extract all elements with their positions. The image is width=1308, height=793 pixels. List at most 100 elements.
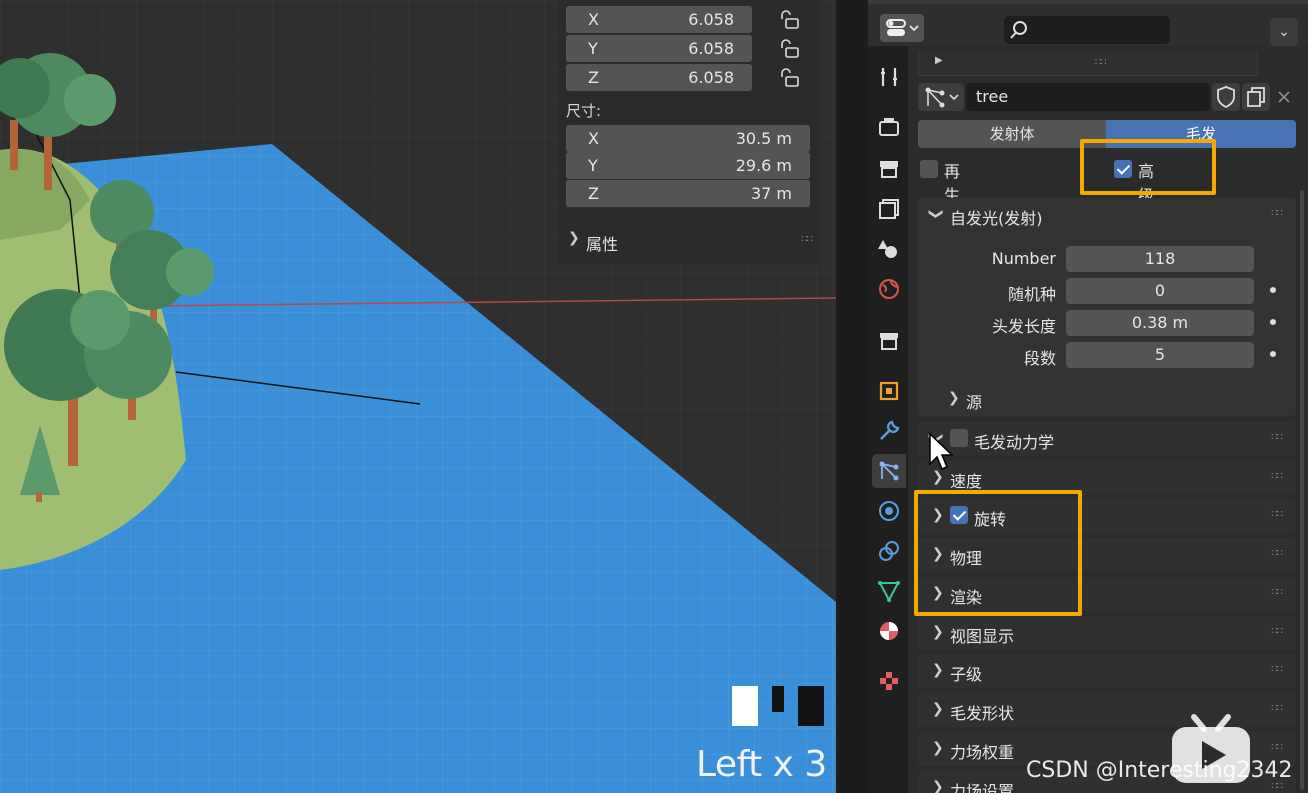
keyframe-dot-icon[interactable] xyxy=(1270,351,1276,357)
mesh-data-icon xyxy=(878,581,900,603)
editor-type-icon xyxy=(886,19,919,36)
editor-type-button[interactable] xyxy=(880,14,924,42)
dimension-z-field[interactable]: Z 37 m xyxy=(566,180,810,207)
scale-z-field[interactable]: Z 6.058 xyxy=(566,64,752,91)
axis-label: Z xyxy=(588,184,599,203)
tool-icon xyxy=(881,68,897,86)
chevron-right-icon: ❯ xyxy=(948,390,960,406)
drag-grip-icon[interactable]: ∷∷ xyxy=(1271,208,1283,219)
velocity-label: 速度 xyxy=(950,472,983,491)
duplicate-button[interactable] xyxy=(1242,83,1270,111)
hair-length-field[interactable]: 0.38 m xyxy=(1066,310,1254,336)
drag-grip-icon[interactable]: ∷∷ xyxy=(1271,664,1283,675)
tab-particles[interactable] xyxy=(872,454,906,488)
3d-viewport[interactable]: X 6.058 Y 6.058 Z 6.058 尺寸: X 30.5 m Y 2… xyxy=(0,0,836,793)
drag-grip-icon[interactable]: ∷∷ xyxy=(801,234,813,245)
drag-grip-icon[interactable]: ∷∷ xyxy=(1271,587,1283,598)
drag-grip-icon[interactable]: ∷∷ xyxy=(1271,548,1283,559)
drag-grip-icon[interactable]: ∷∷ xyxy=(1095,57,1107,68)
constraints-icon xyxy=(879,541,899,561)
dimension-x-field[interactable]: X 30.5 m xyxy=(566,125,810,152)
tab-output[interactable] xyxy=(872,152,906,186)
particle-settings-row: tree xyxy=(918,83,1298,111)
physics-icon xyxy=(879,501,899,521)
wrench-icon xyxy=(880,420,900,440)
drag-grip-icon[interactable]: ∷∷ xyxy=(1271,626,1283,637)
particle-settings-browse[interactable] xyxy=(918,83,964,111)
tab-modifiers[interactable] xyxy=(872,414,906,448)
keyframe-dot-icon[interactable] xyxy=(1270,287,1276,293)
keyframe-dot-icon[interactable] xyxy=(1270,319,1276,325)
scale-x-field[interactable]: X 6.058 xyxy=(566,6,752,33)
children-panel-header[interactable]: ❯ 子级 ∷∷ xyxy=(918,654,1296,688)
texture-icon xyxy=(880,672,898,690)
regrow-checkbox[interactable] xyxy=(920,160,938,178)
play-triangle-icon[interactable]: ▶ xyxy=(935,55,943,66)
hair-length-label: 头发长度 xyxy=(991,317,1056,336)
fake-user-button[interactable] xyxy=(1212,83,1240,111)
tab-render[interactable] xyxy=(872,110,906,144)
seed-field[interactable]: 0 xyxy=(1066,278,1254,304)
number-field[interactable]: 118 xyxy=(1066,246,1254,272)
material-icon xyxy=(880,622,898,640)
axis-label: Z xyxy=(588,68,599,87)
emission-panel-header[interactable]: ❯ 自发光(发射) ∷∷ xyxy=(918,198,1296,232)
drag-grip-icon[interactable]: ∷∷ xyxy=(1271,742,1283,753)
properties-scrollbar[interactable] xyxy=(1300,190,1304,790)
drag-grip-icon[interactable]: ∷∷ xyxy=(1271,509,1283,520)
segments-field[interactable]: 5 xyxy=(1066,342,1254,368)
segments-field-row: 段数 5 xyxy=(918,342,1296,368)
world-icon xyxy=(879,279,899,299)
header-dropdown-button[interactable]: ⌄ xyxy=(1270,18,1298,46)
segments-label: 段数 xyxy=(1023,349,1056,368)
chevron-right-icon: ❯ xyxy=(932,779,944,793)
hair-dynamics-panel-header[interactable]: ❯ 毛发动力学 ∷∷ xyxy=(918,422,1296,456)
tab-view-layer[interactable] xyxy=(872,192,906,226)
area-divider[interactable] xyxy=(836,0,868,793)
unlock-icon[interactable] xyxy=(778,10,800,30)
tab-object[interactable] xyxy=(872,374,906,408)
screencast-keys-icon xyxy=(732,686,824,726)
drag-grip-icon[interactable]: ∷∷ xyxy=(1271,471,1283,482)
tab-constraints[interactable] xyxy=(872,534,906,568)
search-icon xyxy=(1010,21,1027,39)
chevron-right-icon: ❯ xyxy=(932,740,944,756)
field-value: 37 m xyxy=(750,184,792,203)
tab-material[interactable] xyxy=(872,614,906,648)
unlock-icon[interactable] xyxy=(778,68,800,88)
chevron-down-icon: ❯ xyxy=(927,208,944,220)
tab-texture[interactable] xyxy=(872,664,906,698)
drag-grip-icon[interactable]: ∷∷ xyxy=(1271,703,1283,714)
force-field-settings-label: 力场设置 xyxy=(950,782,1015,793)
scene-icon xyxy=(878,240,897,258)
emitter-tab[interactable]: 发射体 xyxy=(918,120,1106,148)
unlock-icon[interactable] xyxy=(778,39,800,59)
dimension-y-field[interactable]: Y 29.6 m xyxy=(566,152,810,179)
axis-label: Y xyxy=(588,156,598,175)
tab-tool[interactable] xyxy=(872,60,906,94)
viewport-display-panel-header[interactable]: ❯ 视图显示 ∷∷ xyxy=(918,616,1296,650)
field-value: 30.5 m xyxy=(735,129,792,148)
watermark-text: CSDN @Interesting2342 xyxy=(1026,758,1293,783)
transform-sidebar: X 6.058 Y 6.058 Z 6.058 尺寸: X 30.5 m Y 2… xyxy=(558,0,820,265)
drag-grip-icon[interactable]: ∷∷ xyxy=(1271,432,1283,443)
tab-scene[interactable] xyxy=(872,232,906,266)
source-label: 源 xyxy=(966,393,983,412)
particle-list-footer[interactable]: ▶ ∷∷ xyxy=(918,50,1258,76)
shield-icon xyxy=(1217,86,1235,109)
particle-settings-name-field[interactable]: tree xyxy=(966,83,1210,111)
tab-world[interactable] xyxy=(872,272,906,306)
view-layer-icon xyxy=(879,199,899,219)
tab-physics[interactable] xyxy=(872,494,906,528)
seed-field-row: 随机种 0 xyxy=(918,278,1296,304)
tab-data[interactable] xyxy=(872,574,906,608)
search-input[interactable] xyxy=(1004,16,1170,44)
unlink-button[interactable] xyxy=(1270,83,1298,111)
properties-subpanel[interactable]: ❯ 属性 ∷∷ xyxy=(566,226,813,256)
mouse-cursor-icon xyxy=(929,432,954,470)
particles-icon xyxy=(879,461,899,481)
render-icon xyxy=(879,118,899,136)
tab-collection[interactable] xyxy=(872,324,906,358)
field-value: 6.058 xyxy=(688,39,734,58)
scale-y-field[interactable]: Y 6.058 xyxy=(566,35,752,62)
